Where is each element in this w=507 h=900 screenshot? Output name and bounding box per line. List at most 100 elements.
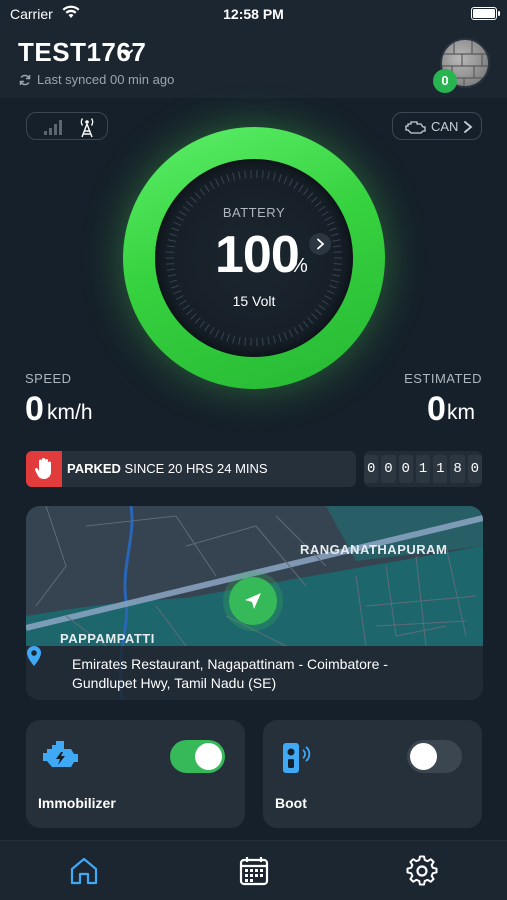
gauge-tick [283,176,288,185]
battery-detail-button[interactable] [309,233,331,255]
gauge-tick [194,192,201,199]
odometer-digit: 0 [467,455,482,483]
gauge-tick [330,233,339,237]
gauge-tick [298,324,304,332]
odometer-digit: 0 [381,455,396,483]
odometer-digit: 1 [415,455,431,483]
notification-badge[interactable]: 0 [433,69,457,93]
bottom-tab-bar [0,840,507,900]
chevron-down-icon[interactable] [120,46,134,60]
signal-status-pill[interactable] [26,112,108,140]
gauge-tick [214,329,220,338]
gauge-tick [298,184,304,192]
boot-card: Boot [263,720,482,828]
sync-icon [19,74,31,85]
parked-duration: SINCE 20 HRS 24 MINS [120,461,268,476]
gauge-tick [220,331,225,340]
gauge-tick [171,284,179,289]
location-pin-icon [27,646,41,666]
speed-label: SPEED [25,371,72,386]
gauge-tick [261,337,264,346]
gauge-tick [166,263,175,265]
toggle-knob [195,743,222,770]
gauge-tick [169,233,178,237]
gauge-tick [166,251,175,253]
gauge-tick [293,181,299,189]
battery-gauge[interactable]: BATTERY 100 % 15 Volt [123,127,385,389]
address-text: Emirates Restaurant, Nagapattinam - Coim… [72,656,388,691]
gauge-tick [186,309,194,315]
signal-strength-icon [44,120,62,135]
gauge-tick [288,178,294,187]
gauge-tick [244,170,247,179]
gauge-tick [330,279,339,283]
odometer-digit: 8 [450,455,465,483]
toggle-knob [410,743,437,770]
gauge-tick [226,333,230,342]
battery-value: 100 [215,226,300,284]
gauge-tick [199,188,206,196]
gauge-tick [307,192,314,199]
address-bar: Emirates Restaurant, Nagapattinam - Coim… [26,646,483,700]
gauge-tick [209,181,215,189]
device-battery-icon [471,7,500,20]
calendar-icon[interactable] [238,855,270,887]
gauge-tick [329,227,337,232]
gauge-tick [333,263,342,265]
boot-toggle[interactable] [407,740,462,773]
gauge-tick [194,317,201,324]
parked-text: PARKED SINCE 20 HRS 24 MINS [67,461,268,476]
gauge-tick [314,309,322,315]
immobilizer-card: Immobilizer [26,720,245,828]
immobilizer-toggle[interactable] [170,740,225,773]
gauge-tick [329,284,337,289]
status-time: 12:58 PM [223,6,284,22]
gauge-tick [302,320,309,328]
status-bar: Carrier 12:58 PM [0,0,507,28]
gauge-tick [171,227,179,232]
settings-gear-icon[interactable] [406,855,438,887]
parked-status-bar: PARKED SINCE 20 HRS 24 MINS [26,451,356,487]
chevron-right-icon [317,238,325,250]
gauge-tick [209,327,215,335]
gauge-tick [333,268,342,271]
sync-text: Last synced 00 min ago [37,72,175,87]
gauge-tick [267,336,270,345]
gauge-tick [333,251,342,253]
gauge-tick [311,313,318,320]
gauge-tick [307,317,314,324]
gauge-tick [326,221,335,226]
gauge-tick [190,313,197,320]
gauge-tick [332,239,341,242]
gauge-tick [220,176,225,185]
battery-label: BATTERY [222,205,286,220]
map-label-pappampatti: PAPPAMPATTI [60,631,155,646]
gauge-tick [332,274,341,277]
estimated-value: 0 [427,390,446,428]
vehicle-location-marker[interactable] [229,577,277,625]
parked-indicator [26,451,62,487]
engine-lock-icon [43,741,78,767]
immobilizer-label: Immobilizer [38,795,116,811]
location-map[interactable]: RANGANATHAPURAM PAPPAMPATTI Emirates Res… [26,506,483,700]
battery-voltage: 15 Volt [232,293,276,309]
speed-value: 0 [25,390,44,428]
gauge-tick [244,337,247,346]
hand-stop-icon [34,458,51,480]
sync-status: Last synced 00 min ago [19,72,174,87]
home-icon[interactable] [68,855,100,887]
estimated-unit: km [447,401,475,424]
gauge-tick [204,324,210,332]
gauge-tick [173,221,182,226]
can-status-pill[interactable]: CAN [392,112,482,140]
gauge-tick [214,178,220,187]
engine-icon [405,121,426,134]
gauge-tick [238,336,241,345]
gauge-tick [288,329,294,338]
gauge-tick [311,196,318,203]
can-label: CAN [431,119,459,134]
gauge-tick [283,331,288,340]
gauge-tick [261,170,264,179]
gauge-tick [166,268,175,271]
gauge-tick [204,184,210,192]
